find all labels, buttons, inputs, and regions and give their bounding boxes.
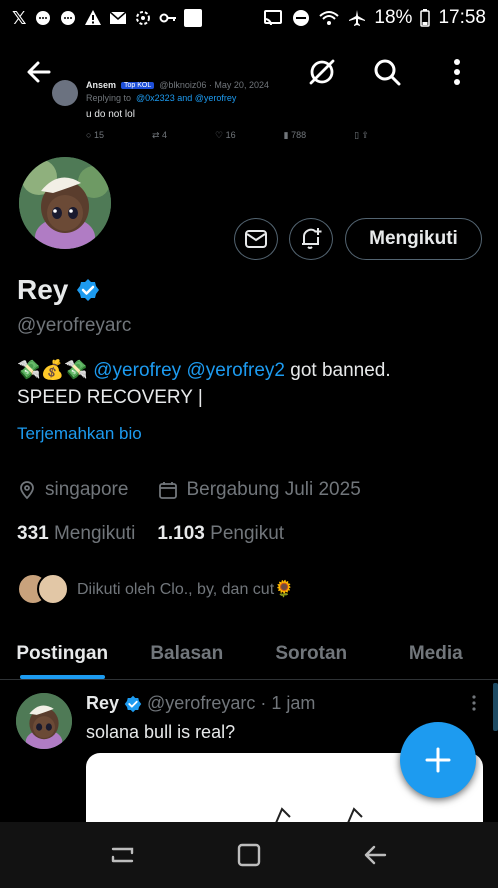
back-arrow-icon [27, 61, 51, 83]
embedded-reposts: 4 [162, 130, 168, 140]
embedded-handle-date: @blknoiz06 · May 20, 2024 [159, 80, 269, 90]
recent-apps-icon [111, 847, 134, 863]
embedded-name: Ansem [86, 80, 117, 90]
compose-post-button[interactable] [400, 722, 476, 798]
followed-by-row[interactable]: Diikuti oleh Clo., by, dan cut🌻 [17, 573, 294, 605]
embedded-likes: 16 [225, 130, 236, 140]
warning-icon [84, 10, 101, 25]
embedded-like-icon: ♡ 16 [215, 130, 236, 140]
system-back-button[interactable] [355, 835, 395, 875]
plus-icon [425, 747, 451, 773]
embedded-badge: Top KOL [121, 81, 155, 89]
bio-text: got banned. [290, 360, 391, 381]
recent-apps-button[interactable] [103, 835, 143, 875]
message-button[interactable] [234, 218, 278, 260]
bio-line-2: SPEED RECOVERY | [17, 387, 203, 408]
post-handle-time: @yerofreyarc · 1 jam [147, 693, 316, 713]
post-more-button[interactable] [472, 695, 476, 716]
replying-users: @0x2323 and @yerofrey [136, 93, 237, 103]
wifi-icon [319, 11, 340, 25]
bell-plus-icon [302, 228, 322, 249]
location-icon [20, 481, 34, 500]
following-link[interactable]: 331 Mengikuti [17, 523, 135, 545]
profile-stats: 331 Mengikuti 1.103 Pengikut [17, 523, 284, 545]
grok-button[interactable] [302, 52, 342, 92]
x-app-icon: 𝕏 [12, 7, 27, 28]
bio-emoji: 💸💰💸 [17, 360, 88, 381]
chat-icon [35, 11, 50, 25]
embedded-text: u do not lol [86, 109, 135, 120]
avatar-illustration [19, 157, 111, 249]
embedded-bookmark-icon: ▯ ⇪ [354, 130, 370, 140]
do-not-disturb-icon [293, 10, 310, 26]
post-header: Rey @yerofreyarc · 1 jam [86, 693, 315, 714]
embedded-replies: 15 [93, 130, 104, 140]
battery-percent: 18% [374, 7, 413, 28]
profile-handle: @yerofreyarc [17, 315, 132, 336]
tab-media[interactable]: Media [374, 628, 498, 679]
post-author-name[interactable]: Rey [86, 693, 119, 714]
clock: 17:58 [438, 7, 486, 28]
profile-joined-date: Bergabung Juli 2025 [186, 479, 361, 500]
profile-avatar[interactable] [16, 154, 114, 252]
mail-icon [245, 230, 267, 248]
followers-label: Pengikut [210, 523, 285, 544]
post-verified-icon [124, 695, 142, 712]
replying-prefix: Replying to [86, 93, 132, 103]
followers-count: 1.103 [157, 523, 205, 544]
followed-by-text: Diikuti oleh Clo., by, dan cut🌻 [77, 581, 295, 598]
battery-icon [420, 9, 431, 27]
scrollbar-thumb[interactable] [493, 683, 498, 731]
profile-meta: singapore Bergabung Juli 2025 [17, 479, 361, 501]
chat-icon-2 [60, 11, 75, 25]
back-button[interactable] [19, 52, 59, 92]
search-icon [374, 59, 401, 86]
embedded-repost-icon: ⇄ 4 [151, 130, 168, 140]
calendar-icon [159, 482, 178, 499]
profile-banner: Ansem Top KOL @blknoiz06 · May 20, 2024 … [0, 36, 498, 156]
embedded-reply-icon: ○ 15 [86, 130, 104, 140]
bio-mention-2[interactable]: @yerofrey2 [186, 360, 285, 381]
cast-icon [264, 10, 283, 26]
more-vertical-icon [454, 59, 460, 85]
profile-name-row: Rey [17, 274, 100, 306]
grok-icon [309, 59, 335, 85]
embedded-views: 788 [291, 130, 307, 140]
search-button[interactable] [367, 52, 407, 92]
post-avatar[interactable] [16, 693, 72, 749]
home-icon [237, 843, 261, 867]
more-options-button[interactable] [437, 52, 477, 92]
follower-avatar-2 [37, 573, 69, 605]
bio-mention-1[interactable]: @yerofrey [93, 360, 181, 381]
tab-posts[interactable]: Postingan [0, 628, 125, 679]
post-text: solana bull is real? [86, 722, 236, 742]
post-more-icon [472, 695, 476, 711]
airplane-icon [349, 10, 366, 26]
settings-icon [135, 11, 150, 25]
profile-bio: 💸💰💸 @yerofrey @yerofrey2 got banned. SPE… [17, 357, 487, 411]
profile-location: singapore [45, 479, 129, 500]
key-icon [159, 13, 176, 23]
embedded-views-icon: ▮ 788 [283, 130, 307, 140]
notifications-button[interactable] [289, 218, 333, 260]
embedded-actions: ○ 15 ⇄ 4 ♡ 16 ▮ 788 ▯ ⇪ [86, 130, 442, 141]
tab-replies[interactable]: Balasan [125, 628, 250, 679]
following-count: 331 [17, 523, 49, 544]
system-navigation-bar [0, 822, 498, 888]
system-back-icon [364, 845, 387, 865]
profile-name: Rey [17, 274, 69, 305]
followers-link[interactable]: 1.103 Pengikut [157, 523, 284, 545]
status-bar: 𝕏 18% 17:58 [0, 0, 498, 36]
blank-notification-icon [183, 9, 202, 27]
post-avatar-illustration [16, 693, 72, 749]
translate-bio-link[interactable]: Terjemahkan bio [17, 424, 142, 444]
mail-icon [109, 11, 127, 24]
verified-badge-icon [77, 279, 100, 301]
home-button[interactable] [229, 835, 269, 875]
tab-highlights[interactable]: Sorotan [249, 628, 374, 679]
profile-tabs: Postingan Balasan Sorotan Media [0, 628, 498, 680]
following-button[interactable]: Mengikuti [345, 218, 482, 260]
following-label: Mengikuti [53, 523, 136, 544]
